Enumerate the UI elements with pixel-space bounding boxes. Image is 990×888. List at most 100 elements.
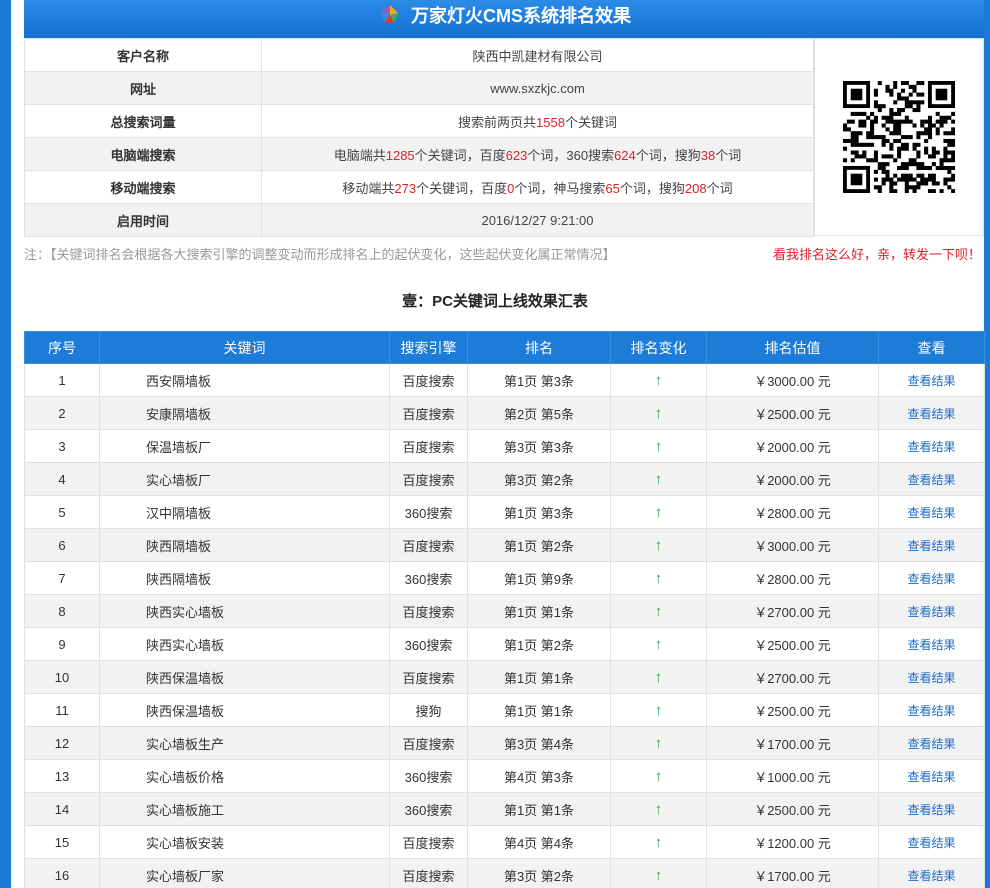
table-row: 7 陕西隔墙板 360搜索 第1页 第9条 ↑ ￥2800.00 元查看结果	[24, 561, 985, 595]
logo-icon	[381, 5, 398, 23]
keyword-cell: 实心墙板安装	[99, 825, 390, 859]
rank-value-cell: ￥3000.00 元	[706, 363, 879, 397]
table-row: 10 陕西保温墙板 百度搜索 第1页 第1条 ↑ ￥2700.00 元查看结果	[24, 660, 985, 694]
column-header: 搜索引擎	[389, 331, 468, 364]
search-engine-cell: 百度搜索	[389, 528, 468, 562]
row-number: 15	[24, 825, 100, 859]
rank-cell: 第1页 第1条	[467, 594, 611, 628]
rank-value-cell: ￥1200.00 元	[706, 825, 879, 859]
info-label: 移动端搜索	[24, 170, 262, 204]
rank-change-up-icon: ↑	[610, 660, 707, 694]
row-number: 13	[24, 759, 100, 793]
view-result-link[interactable]: 查看结果	[878, 825, 985, 859]
qr-code-panel	[814, 38, 984, 236]
rank-value-cell: ￥2500.00 元	[706, 792, 879, 826]
view-result-link[interactable]: 查看结果	[878, 363, 985, 397]
rank-change-up-icon: ↑	[610, 528, 707, 562]
view-result-link[interactable]: 查看结果	[878, 561, 985, 595]
table-row: 6 陕西隔墙板 百度搜索 第1页 第2条 ↑ ￥3000.00 元查看结果	[24, 528, 985, 562]
website-url: www.sxzkjc.com	[261, 71, 814, 105]
view-result-link[interactable]: 查看结果	[878, 429, 985, 463]
info-row-total: 总搜索词量 搜索前两页共1558个关键词	[24, 104, 814, 138]
keyword-cell: 实心墙板厂	[99, 462, 390, 496]
rank-change-up-icon: ↑	[610, 396, 707, 430]
qr-code-icon	[843, 81, 955, 193]
column-header: 关键词	[99, 331, 390, 364]
info-row-start: 启用时间 2016/12/27 9:21:00	[24, 203, 814, 237]
rank-value-cell: ￥2500.00 元	[706, 396, 879, 430]
rank-change-up-icon: ↑	[610, 561, 707, 595]
row-number: 1	[24, 363, 100, 397]
rank-value-cell: ￥1700.00 元	[706, 858, 879, 888]
rank-value-cell: ￥2500.00 元	[706, 693, 879, 727]
rank-change-up-icon: ↑	[610, 792, 707, 826]
rank-cell: 第1页 第3条	[467, 363, 611, 397]
client-info-table: 客户名称 陕西中凯建材有限公司 网址 www.sxzkjc.com 总搜索词量 …	[24, 38, 814, 237]
row-number: 3	[24, 429, 100, 463]
keyword-cell: 陕西保温墙板	[99, 693, 390, 727]
rank-value-cell: ￥2800.00 元	[706, 495, 879, 529]
column-header: 序号	[24, 331, 100, 364]
rank-cell: 第3页 第4条	[467, 726, 611, 760]
view-result-link[interactable]: 查看结果	[878, 693, 985, 727]
search-engine-cell: 百度搜索	[389, 396, 468, 430]
view-result-link[interactable]: 查看结果	[878, 726, 985, 760]
keyword-cell: 陕西实心墙板	[99, 627, 390, 661]
view-result-link[interactable]: 查看结果	[878, 759, 985, 793]
table-row: 12 实心墙板生产 百度搜索 第3页 第4条 ↑ ￥1700.00 元查看结果	[24, 726, 985, 760]
view-result-link[interactable]: 查看结果	[878, 462, 985, 496]
rank-cell: 第1页 第2条	[467, 627, 611, 661]
pc-search-stats: 电脑端共1285个关键词，百度623个词，360搜索624个词，搜狗38个词	[261, 137, 814, 171]
view-result-link[interactable]: 查看结果	[878, 396, 985, 430]
row-number: 8	[24, 594, 100, 628]
rank-change-up-icon: ↑	[610, 495, 707, 529]
keyword-cell: 陕西保温墙板	[99, 660, 390, 694]
rank-cell: 第4页 第4条	[467, 825, 611, 859]
row-number: 7	[24, 561, 100, 595]
row-number: 9	[24, 627, 100, 661]
rank-cell: 第3页 第2条	[467, 858, 611, 888]
start-time: 2016/12/27 9:21:00	[261, 203, 814, 237]
keyword-cell: 西安隔墙板	[99, 363, 390, 397]
rank-value-cell: ￥2700.00 元	[706, 594, 879, 628]
keyword-cell: 保温墙板厂	[99, 429, 390, 463]
table-row: 4 实心墙板厂 百度搜索 第3页 第2条 ↑ ￥2000.00 元查看结果	[24, 462, 985, 496]
rank-value-cell: ￥2800.00 元	[706, 561, 879, 595]
info-label: 客户名称	[24, 38, 262, 72]
rank-value-cell: ￥2000.00 元	[706, 462, 879, 496]
view-result-link[interactable]: 查看结果	[878, 528, 985, 562]
rank-change-up-icon: ↑	[610, 594, 707, 628]
view-result-link[interactable]: 查看结果	[878, 627, 985, 661]
mobile-search-stats: 移动端共273个关键词，百度0个词，神马搜索65个词，搜狗208个词	[261, 170, 814, 204]
keyword-ranking-table: 序号 关键词 搜索引擎 排名 排名变化 排名估值 查看 1 西安隔墙板 百度搜索 第1…	[24, 331, 985, 888]
view-result-link[interactable]: 查看结果	[878, 660, 985, 694]
row-number: 14	[24, 792, 100, 826]
rank-value-cell: ￥3000.00 元	[706, 528, 879, 562]
page-header: 万家灯火CMS系统排名效果	[24, 0, 984, 38]
view-result-link[interactable]: 查看结果	[878, 594, 985, 628]
keyword-cell: 陕西实心墙板	[99, 594, 390, 628]
row-number: 16	[24, 858, 100, 888]
view-result-link[interactable]: 查看结果	[878, 858, 985, 888]
table-row: 16 实心墙板厂家 百度搜索 第3页 第2条 ↑ ￥1700.00 元查看结果	[24, 858, 985, 888]
rank-change-up-icon: ↑	[610, 429, 707, 463]
row-number: 11	[24, 693, 100, 727]
view-result-link[interactable]: 查看结果	[878, 495, 985, 529]
row-number: 6	[24, 528, 100, 562]
search-engine-cell: 360搜索	[389, 792, 468, 826]
share-prompt: 看我排名这么好，亲，转发一下呗！	[772, 247, 981, 262]
table-row: 15 实心墙板安装 百度搜索 第4页 第4条 ↑ ￥1200.00 元查看结果	[24, 825, 985, 859]
info-row-url: 网址 www.sxzkjc.com	[24, 71, 814, 105]
keyword-cell: 安康隔墙板	[99, 396, 390, 430]
column-header: 排名变化	[610, 331, 707, 364]
search-engine-cell: 百度搜索	[389, 660, 468, 694]
keyword-cell: 实心墙板厂家	[99, 858, 390, 888]
view-result-link[interactable]: 查看结果	[878, 792, 985, 826]
keyword-cell: 实心墙板施工	[99, 792, 390, 826]
search-engine-cell: 百度搜索	[389, 429, 468, 463]
info-label: 总搜索词量	[24, 104, 262, 138]
table-row: 14 实心墙板施工 360搜索 第1页 第1条 ↑ ￥2500.00 元查看结果	[24, 792, 985, 826]
keyword-cell: 陕西隔墙板	[99, 561, 390, 595]
row-number: 12	[24, 726, 100, 760]
rank-change-up-icon: ↑	[610, 825, 707, 859]
